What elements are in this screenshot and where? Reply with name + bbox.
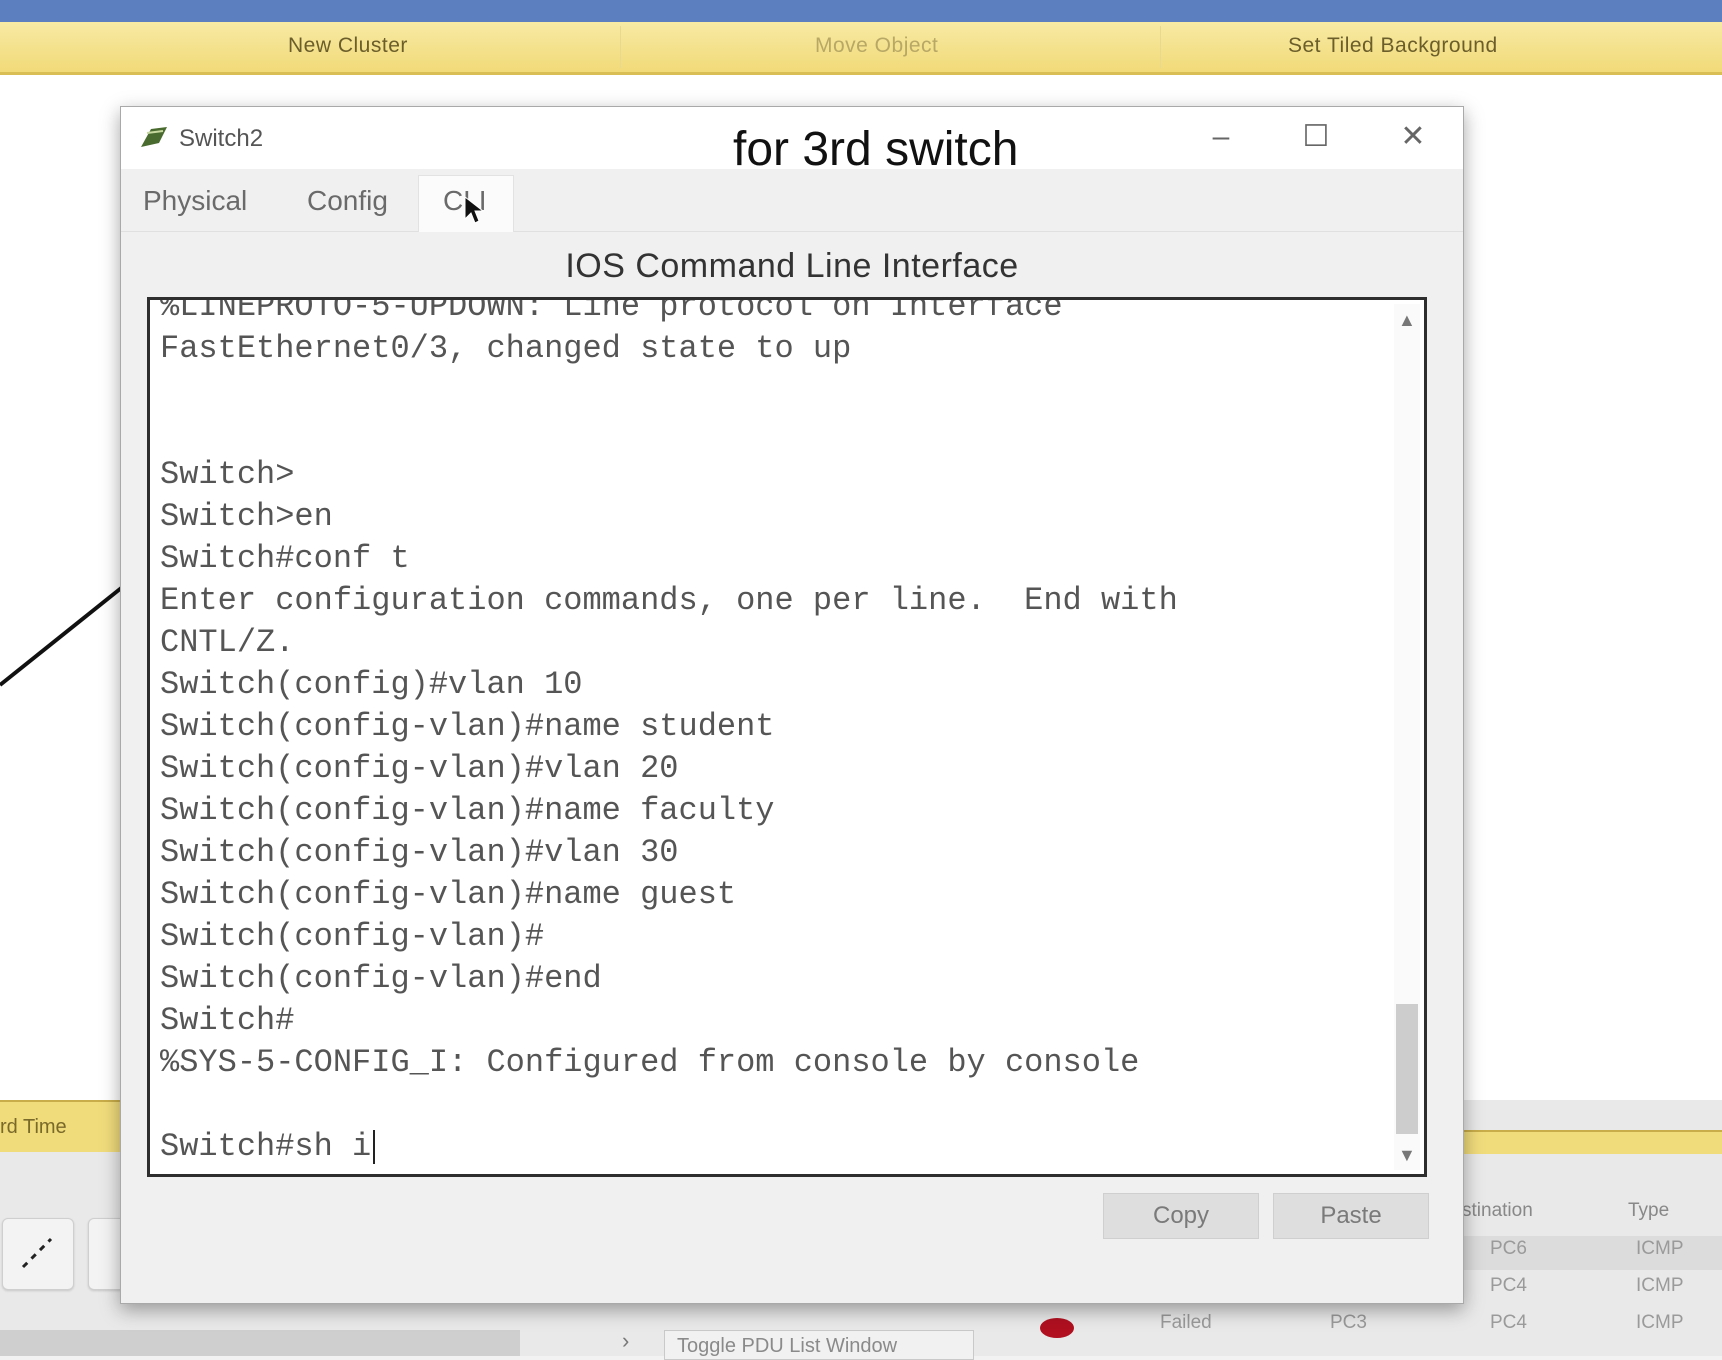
workspace-toolbar: New Cluster Move Object Set Tiled Backgr… (0, 22, 1722, 75)
paste-button[interactable]: Paste (1273, 1193, 1429, 1239)
tab-config[interactable]: Config (307, 185, 388, 217)
terminal-line: %LINEPROTO-5-UPDOWN: Line protocol on In… (160, 297, 1063, 325)
pdu-destination: PC4 (1490, 1275, 1527, 1296)
terminal-line: Switch(config-vlan)#end (160, 960, 602, 997)
maximize-icon[interactable]: ☐ (1286, 115, 1346, 159)
terminal-line: Switch(config-vlan)#vlan 20 (160, 750, 679, 787)
close-icon[interactable]: ✕ (1383, 115, 1443, 159)
terminal-line: Switch(config-vlan)#name faculty (160, 792, 775, 829)
move-object-button[interactable]: Move Object (815, 34, 938, 58)
terminal-line: Switch> (160, 456, 295, 493)
failed-status-icon (1040, 1318, 1074, 1338)
terminal-line: Switch(config-vlan)# (160, 918, 545, 955)
window-title: Switch2 (179, 125, 264, 152)
realtime-label: rd Time (0, 1116, 67, 1138)
tab-physical[interactable]: Physical (143, 185, 247, 217)
terminal-line: FastEthernet0/3, changed state to up (160, 330, 852, 367)
text-caret (373, 1129, 376, 1164)
pdu-destination: PC4 (1490, 1312, 1527, 1333)
terminal-line: Switch#conf t (160, 540, 410, 577)
mouse-cursor-icon (464, 195, 485, 224)
new-cluster-button[interactable]: New Cluster (288, 34, 408, 58)
pdu-status: Failed (1160, 1312, 1212, 1333)
pdu-type: ICMP (1636, 1312, 1684, 1333)
pdu-strip (1460, 1130, 1722, 1154)
terminal-line: Switch>en (160, 498, 333, 535)
cli-heading: IOS Command Line Interface (565, 247, 1019, 285)
connections-tool-button[interactable] (2, 1218, 74, 1290)
video-caption-overlay: for 3rd switch (733, 123, 1019, 176)
terminal-line: %SYS-5-CONFIG_I: Configured from console… (160, 1044, 1140, 1081)
terminal-line: Enter configuration commands, one per li… (160, 582, 1178, 619)
terminal-line: Switch(config-vlan)#vlan 30 (160, 834, 679, 871)
toolbar-divider (1160, 26, 1161, 68)
pdu-type: ICMP (1636, 1238, 1684, 1259)
horizontal-scrollbar[interactable] (0, 1330, 520, 1356)
connection-icon (21, 1237, 53, 1269)
terminal-output: %LINEPROTO-5-UPDOWN: Line protocol on In… (160, 297, 1380, 1168)
switch-device-window: Switch2 – ☐ ✕ Physical Config CLI IOS Co… (120, 106, 1464, 1304)
app-title-bar (0, 0, 1722, 22)
terminal-line: Switch(config)#vlan 10 (160, 666, 583, 703)
terminal-line: Switch(config-vlan)#name student (160, 708, 775, 745)
pdu-type-header: Type (1628, 1200, 1670, 1221)
scroll-up-icon[interactable]: ▲ (1398, 310, 1416, 331)
pdu-source: PC3 (1330, 1312, 1367, 1333)
terminal-line: Switch# (160, 1002, 295, 1039)
minimize-icon[interactable]: – (1191, 115, 1251, 159)
window-tabs: Physical Config CLI (121, 171, 1463, 232)
pdu-type: ICMP (1636, 1275, 1684, 1296)
pdu-destination: PC6 (1490, 1238, 1527, 1259)
scrollbar-thumb[interactable] (1396, 1004, 1418, 1134)
terminal-line: Switch#sh i (160, 1126, 1380, 1168)
toolbar-divider (620, 26, 621, 68)
cli-terminal[interactable]: %LINEPROTO-5-UPDOWN: Line protocol on In… (147, 297, 1427, 1177)
scroll-down-icon[interactable]: ▼ (1398, 1145, 1416, 1166)
copy-button[interactable]: Copy (1103, 1193, 1259, 1239)
pdu-destination-header: stination (1462, 1200, 1533, 1221)
switch-app-icon (141, 127, 167, 147)
set-tiled-background-button[interactable]: Set Tiled Background (1288, 34, 1498, 58)
vertical-scrollbar[interactable]: ▲ ▼ (1394, 304, 1420, 1170)
terminal-line: Switch(config-vlan)#name guest (160, 876, 737, 913)
chevron-right-icon[interactable]: › (622, 1328, 629, 1354)
terminal-line: CNTL/Z. (160, 624, 295, 661)
